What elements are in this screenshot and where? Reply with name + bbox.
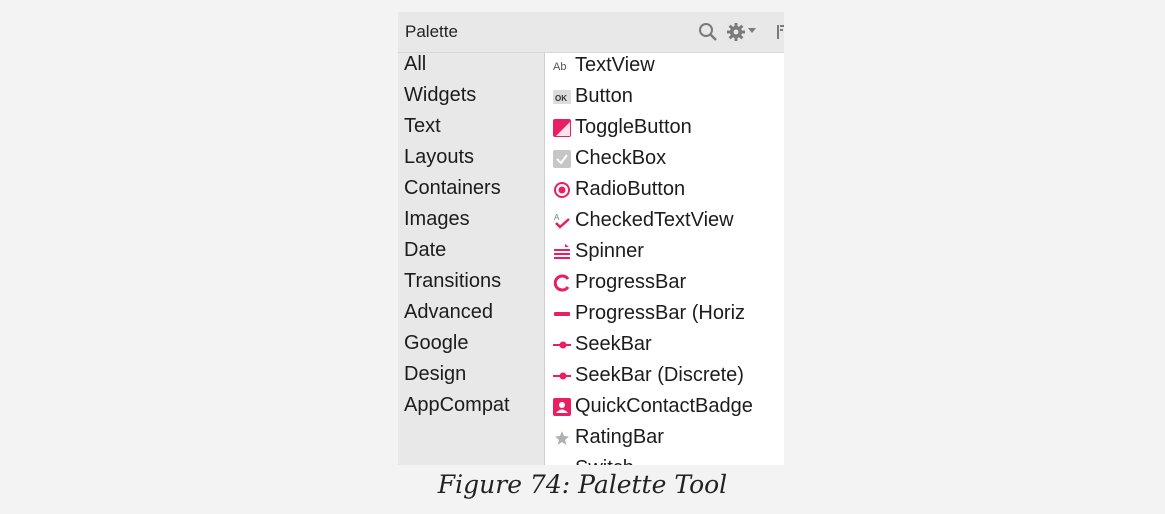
checkbox-icon bbox=[553, 150, 571, 168]
palette-header: Palette bbox=[398, 12, 784, 53]
star-icon bbox=[553, 429, 571, 447]
category-containers[interactable]: Containers bbox=[404, 177, 501, 200]
component-seekbar[interactable]: SeekBar bbox=[545, 332, 784, 362]
radio-button-icon bbox=[553, 181, 571, 199]
category-date[interactable]: Date bbox=[404, 239, 446, 262]
category-text[interactable]: Text bbox=[404, 115, 441, 138]
svg-text:Ab: Ab bbox=[553, 61, 566, 73]
seekbar-discrete-icon bbox=[553, 367, 571, 385]
category-widgets[interactable]: Widgets bbox=[404, 84, 476, 107]
component-list: Ab TextView OK Button ToggleButton Check… bbox=[545, 53, 784, 465]
toggle-button-icon bbox=[553, 119, 571, 137]
component-progressbar[interactable]: ProgressBar bbox=[545, 270, 784, 300]
component-checkbox[interactable]: CheckBox bbox=[545, 146, 784, 176]
component-label: SeekBar (Discrete) bbox=[575, 364, 744, 386]
palette-window: Palette All Widgets Text Layouts Contain… bbox=[398, 12, 784, 465]
layout-toggle-icon[interactable] bbox=[776, 22, 784, 42]
checked-text-icon: A bbox=[553, 212, 571, 230]
chevron-down-icon[interactable] bbox=[748, 28, 756, 34]
category-list: All Widgets Text Layouts Containers Imag… bbox=[398, 53, 545, 465]
component-quickcontactbadge[interactable]: QuickContactBadge bbox=[545, 394, 784, 424]
svg-text:A: A bbox=[554, 213, 560, 222]
component-seekbar-discrete[interactable]: SeekBar (Discrete) bbox=[545, 363, 784, 393]
svg-text:OK: OK bbox=[555, 94, 567, 103]
component-label: RatingBar bbox=[575, 426, 664, 448]
component-switch[interactable]: Switch bbox=[545, 456, 784, 465]
component-label: Spinner bbox=[575, 240, 644, 262]
component-label: SeekBar bbox=[575, 333, 652, 355]
category-advanced[interactable]: Advanced bbox=[404, 301, 493, 324]
component-label: CheckBox bbox=[575, 147, 667, 169]
component-togglebutton[interactable]: ToggleButton bbox=[545, 115, 784, 145]
component-ratingbar[interactable]: RatingBar bbox=[545, 425, 784, 455]
search-icon[interactable] bbox=[698, 22, 718, 42]
switch-icon bbox=[553, 460, 571, 465]
component-label: CheckedTextView bbox=[575, 209, 734, 231]
component-checkedtextview[interactable]: A CheckedTextView bbox=[545, 208, 784, 238]
component-label: ToggleButton bbox=[575, 116, 692, 138]
category-design[interactable]: Design bbox=[404, 363, 466, 386]
component-progressbar-horizontal[interactable]: ProgressBar (Horiz bbox=[545, 301, 784, 331]
component-label: Button bbox=[575, 85, 633, 107]
component-radiobutton[interactable]: RadioButton bbox=[545, 177, 784, 207]
figure-caption: Figure 74: Palette Tool bbox=[437, 470, 728, 499]
component-spinner[interactable]: Spinner bbox=[545, 239, 784, 269]
component-label: Switch bbox=[575, 457, 634, 465]
ok-button-icon: OK bbox=[553, 88, 571, 106]
category-images[interactable]: Images bbox=[404, 208, 470, 231]
category-google[interactable]: Google bbox=[404, 332, 469, 355]
component-label: ProgressBar (Horiz bbox=[575, 302, 746, 324]
contact-badge-icon bbox=[553, 398, 571, 416]
component-label: RadioButton bbox=[575, 178, 686, 200]
category-transitions[interactable]: Transitions bbox=[404, 270, 501, 293]
category-appcompat[interactable]: AppCompat bbox=[404, 394, 510, 417]
category-layouts[interactable]: Layouts bbox=[404, 146, 474, 169]
component-label: ProgressBar bbox=[575, 271, 687, 293]
gear-icon[interactable] bbox=[726, 22, 746, 42]
progress-circle-icon bbox=[553, 274, 571, 292]
category-all[interactable]: All bbox=[404, 53, 426, 76]
seekbar-icon bbox=[553, 336, 571, 354]
component-textview[interactable]: Ab TextView bbox=[545, 53, 784, 83]
component-button[interactable]: OK Button bbox=[545, 84, 784, 114]
text-ab-icon: Ab bbox=[553, 57, 571, 75]
component-label: TextView bbox=[575, 54, 655, 76]
component-label: QuickContactBadge bbox=[575, 395, 753, 417]
spinner-icon bbox=[553, 243, 571, 261]
progress-horizontal-icon bbox=[553, 305, 571, 323]
palette-title: Palette bbox=[405, 22, 458, 41]
